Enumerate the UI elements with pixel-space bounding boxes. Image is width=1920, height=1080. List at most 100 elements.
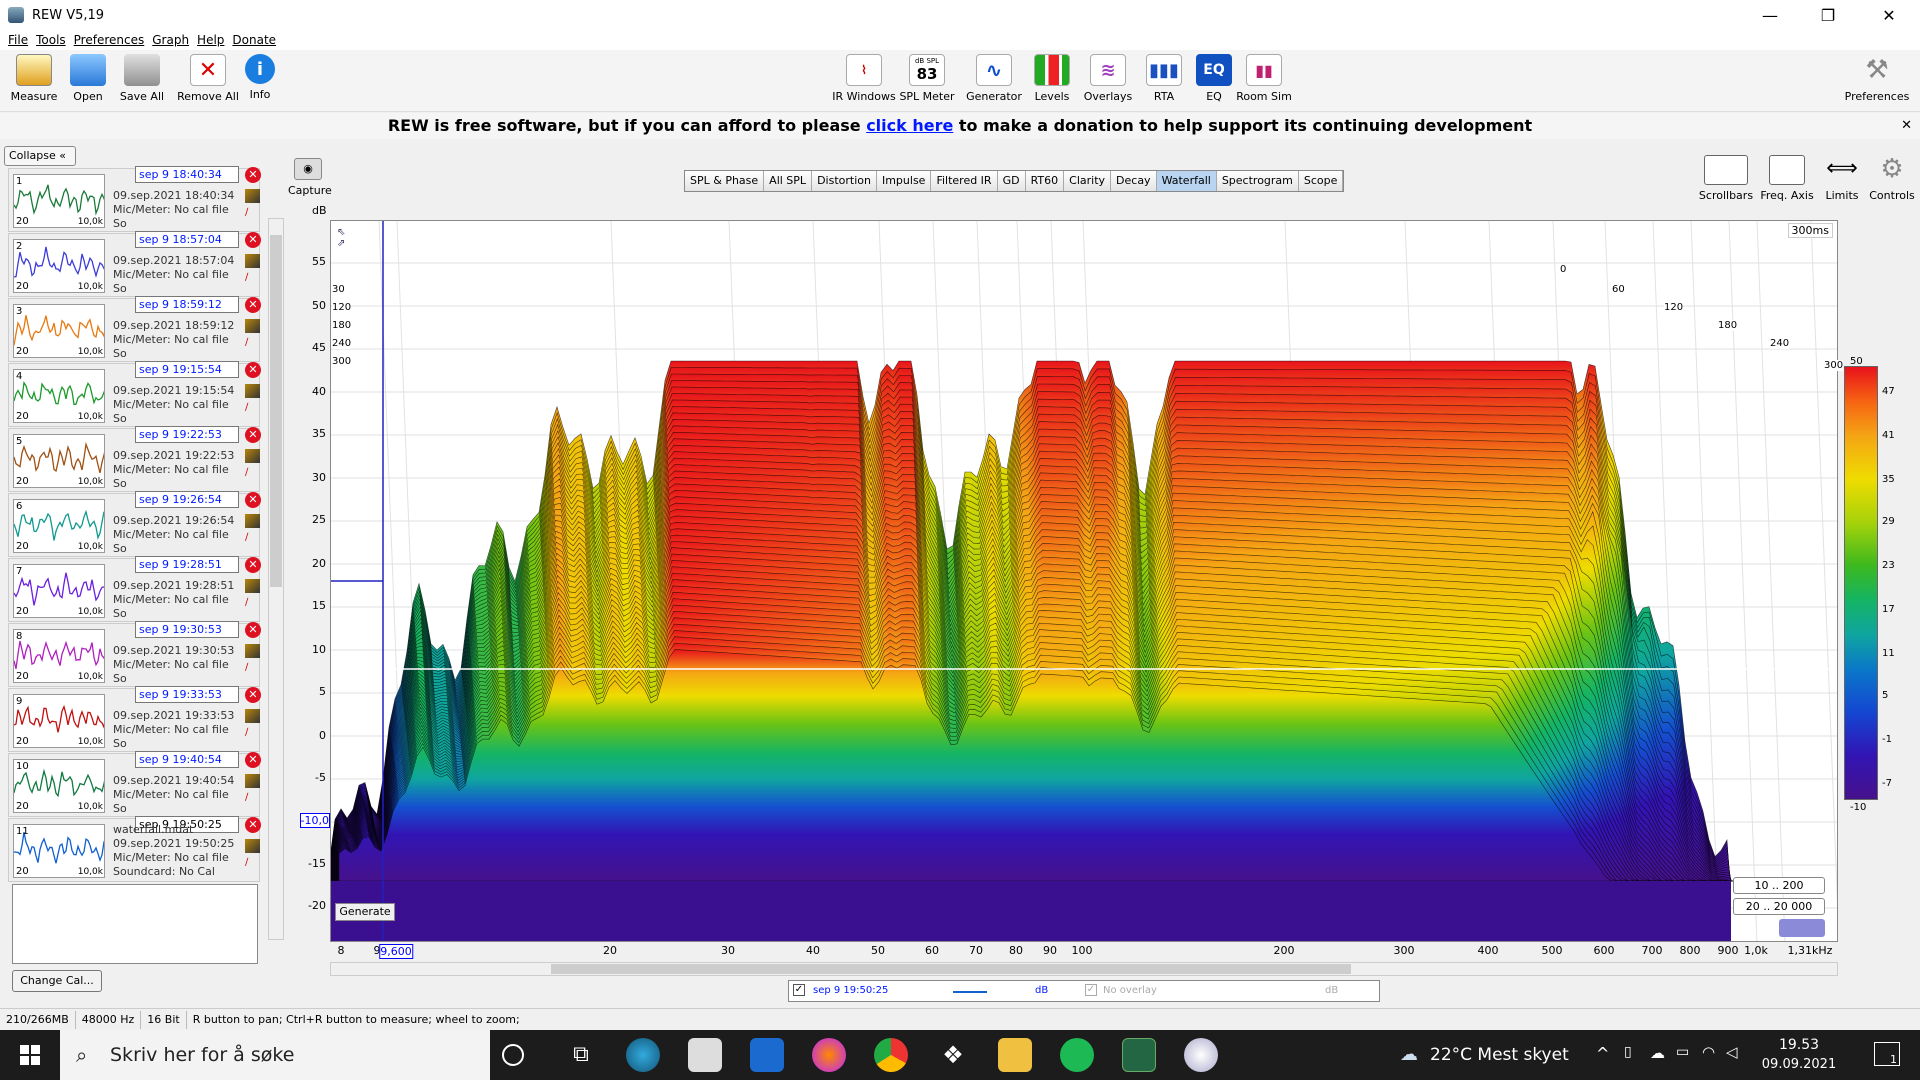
measurement-settings-icon[interactable] bbox=[245, 579, 260, 593]
tray-device-icon[interactable]: ▯ bbox=[1624, 1044, 1632, 1060]
measurement-item[interactable]: 9 20 10,0k sep 9 19:33:53 ✕ 09.sep.2021 19:33… bbox=[8, 688, 260, 752]
tab-spectrogram[interactable]: Spectrogram bbox=[1217, 171, 1299, 191]
notification-icon[interactable]: 1 bbox=[1874, 1042, 1900, 1066]
spotify-icon[interactable] bbox=[1060, 1038, 1094, 1072]
generate-button[interactable]: Generate bbox=[335, 903, 395, 921]
measurement-edit-icon[interactable]: ∕ bbox=[245, 532, 260, 544]
measurement-edit-icon[interactable]: ∕ bbox=[245, 597, 260, 609]
tab-gd[interactable]: GD bbox=[998, 171, 1026, 191]
generator-button[interactable]: ∿ Generator bbox=[962, 54, 1026, 103]
battery-icon[interactable]: ▭ bbox=[1676, 1044, 1689, 1060]
tab-all-spl[interactable]: All SPL bbox=[764, 171, 812, 191]
overlay-checkbox[interactable]: ✓ bbox=[1085, 984, 1097, 996]
measurement-name-field[interactable]: sep 9 19:28:51 bbox=[135, 556, 239, 573]
ir-windows-button[interactable]: ⌇ IR Windows bbox=[832, 54, 896, 103]
legend-checkbox[interactable]: ✓ bbox=[793, 984, 805, 996]
measurement-settings-icon[interactable] bbox=[245, 839, 260, 853]
measurement-edit-icon[interactable]: ∕ bbox=[245, 857, 260, 869]
mail-icon[interactable] bbox=[750, 1038, 784, 1072]
tab-filtered-ir[interactable]: Filtered IR bbox=[931, 171, 997, 191]
maximize-button[interactable]: ❐ bbox=[1799, 0, 1857, 30]
range-button-1[interactable]: 10 .. 200 bbox=[1733, 877, 1825, 894]
measurement-name-field[interactable]: sep 9 18:40:34 bbox=[135, 166, 239, 183]
range-button-2[interactable]: 20 .. 20 000 bbox=[1733, 898, 1825, 915]
measurement-settings-icon[interactable] bbox=[245, 514, 260, 528]
cortana-icon[interactable] bbox=[502, 1044, 524, 1066]
measurement-edit-icon[interactable]: ∕ bbox=[245, 792, 260, 804]
spl-meter-button[interactable]: dB SPL 83 SPL Meter bbox=[895, 54, 959, 103]
measurement-settings-icon[interactable] bbox=[245, 254, 260, 268]
limits-button[interactable]: ⟺ Limits bbox=[1818, 155, 1866, 202]
weather-text[interactable]: 22°C Mest skyet bbox=[1430, 1045, 1569, 1065]
measurement-name-field[interactable]: sep 9 19:40:54 bbox=[135, 751, 239, 768]
clock-time[interactable]: 19.53 bbox=[1762, 1037, 1836, 1053]
delete-measurement-icon[interactable]: ✕ bbox=[245, 622, 261, 638]
measurement-settings-icon[interactable] bbox=[245, 774, 260, 788]
onedrive-icon[interactable]: ☁ bbox=[1650, 1044, 1665, 1062]
measurement-name-field[interactable]: sep 9 19:26:54 bbox=[135, 491, 239, 508]
menu-file[interactable]: File bbox=[8, 33, 28, 47]
panel-scrollbar[interactable] bbox=[268, 218, 284, 940]
measurement-settings-icon[interactable] bbox=[245, 449, 260, 463]
measurement-item[interactable]: 11 20 10,0k sep 9 19:50:25 ✕ waterfall.mdat 09… bbox=[8, 818, 260, 882]
paint-icon[interactable] bbox=[1184, 1038, 1218, 1072]
tab-decay[interactable]: Decay bbox=[1111, 171, 1157, 191]
measurement-edit-icon[interactable]: ∕ bbox=[245, 402, 260, 414]
measurement-edit-icon[interactable]: ∕ bbox=[245, 727, 260, 739]
delete-measurement-icon[interactable]: ✕ bbox=[245, 687, 261, 703]
waterfall-plot[interactable]: 300ms Generate 10 .. 200 20 .. 20 000 ⇖ ⇗ bbox=[330, 220, 1838, 942]
delete-measurement-icon[interactable]: ✕ bbox=[245, 232, 261, 248]
view-arrows-icon[interactable]: ⇖ ⇗ bbox=[337, 227, 345, 249]
taskbar-search[interactable]: ⌕ Skriv her for å søke bbox=[60, 1030, 490, 1080]
tab-impulse[interactable]: Impulse bbox=[877, 171, 931, 191]
firefox-icon[interactable] bbox=[812, 1038, 846, 1072]
clock-date[interactable]: 09.09.2021 bbox=[1752, 1057, 1846, 1072]
freq-axis-button[interactable]: Freq. Axis bbox=[1758, 155, 1816, 202]
tab-scope[interactable]: Scope bbox=[1299, 171, 1344, 191]
delete-measurement-icon[interactable]: ✕ bbox=[245, 492, 261, 508]
measurement-edit-icon[interactable]: ∕ bbox=[245, 272, 260, 284]
measurement-settings-icon[interactable] bbox=[245, 319, 260, 333]
delete-measurement-icon[interactable]: ✕ bbox=[245, 557, 261, 573]
horizontal-scrollbar-thumb[interactable] bbox=[551, 964, 1351, 974]
edge-icon[interactable] bbox=[626, 1038, 660, 1072]
delete-measurement-icon[interactable]: ✕ bbox=[245, 297, 261, 313]
measurement-name-field[interactable]: sep 9 19:30:53 bbox=[135, 621, 239, 638]
measurement-item[interactable]: 4 20 10,0k sep 9 19:15:54 ✕ 09.sep.2021 19:15… bbox=[8, 363, 260, 427]
info-button[interactable]: i Info bbox=[228, 54, 292, 101]
measurement-item[interactable]: 5 20 10,0k sep 9 19:22:53 ✕ 09.sep.2021 19:22… bbox=[8, 428, 260, 492]
tab-clarity[interactable]: Clarity bbox=[1064, 171, 1111, 191]
measurement-item[interactable]: 10 20 10,0k sep 9 19:40:54 ✕ 09.sep.2021 19:4… bbox=[8, 753, 260, 817]
minimize-button[interactable]: — bbox=[1741, 0, 1799, 30]
measurement-item[interactable]: 3 20 10,0k sep 9 18:59:12 ✕ 09.sep.2021 18:59… bbox=[8, 298, 260, 362]
delete-measurement-icon[interactable]: ✕ bbox=[245, 362, 261, 378]
tab-rt60[interactable]: RT60 bbox=[1026, 171, 1065, 191]
delete-measurement-icon[interactable]: ✕ bbox=[245, 817, 261, 833]
measurement-name-field[interactable]: sep 9 19:22:53 bbox=[135, 426, 239, 443]
dropbox-icon[interactable]: ❖ bbox=[936, 1038, 970, 1072]
chrome-icon[interactable] bbox=[874, 1038, 908, 1072]
capture-button[interactable]: ◉ Capture bbox=[288, 158, 328, 197]
measurement-edit-icon[interactable]: ∕ bbox=[245, 662, 260, 674]
measurement-item[interactable]: 2 20 10,0k sep 9 18:57:04 ✕ 09.sep.2021 18:57… bbox=[8, 233, 260, 297]
delete-measurement-icon[interactable]: ✕ bbox=[245, 752, 261, 768]
measurement-item[interactable]: 6 20 10,0k sep 9 19:26:54 ✕ 09.sep.2021 19:26… bbox=[8, 493, 260, 557]
controls-button[interactable]: ⚙ Controls bbox=[1868, 155, 1916, 202]
task-view-icon[interactable]: ⧉ bbox=[564, 1038, 598, 1072]
menu-donate[interactable]: Donate bbox=[232, 33, 276, 47]
measurement-settings-icon[interactable] bbox=[245, 644, 260, 658]
notes-area[interactable] bbox=[12, 884, 258, 964]
start-button[interactable] bbox=[0, 1030, 60, 1080]
donate-close-icon[interactable]: ✕ bbox=[1901, 118, 1912, 133]
close-button[interactable]: ✕ bbox=[1860, 0, 1918, 30]
measurement-settings-icon[interactable] bbox=[245, 189, 260, 203]
measurement-item[interactable]: 7 20 10,0k sep 9 19:28:51 ✕ 09.sep.2021 19:28… bbox=[8, 558, 260, 622]
volume-icon[interactable]: ◁ bbox=[1726, 1043, 1738, 1061]
measurement-name-field[interactable]: sep 9 18:59:12 bbox=[135, 296, 239, 313]
horizontal-scrollbar[interactable] bbox=[330, 962, 1838, 976]
measurement-settings-icon[interactable] bbox=[245, 709, 260, 723]
collapse-button[interactable]: Collapse « bbox=[4, 146, 76, 166]
panel-scrollbar-thumb[interactable] bbox=[270, 235, 282, 587]
room-sim-button[interactable]: ▮▮ Room Sim bbox=[1232, 54, 1296, 103]
menu-preferences[interactable]: Preferences bbox=[74, 33, 145, 47]
